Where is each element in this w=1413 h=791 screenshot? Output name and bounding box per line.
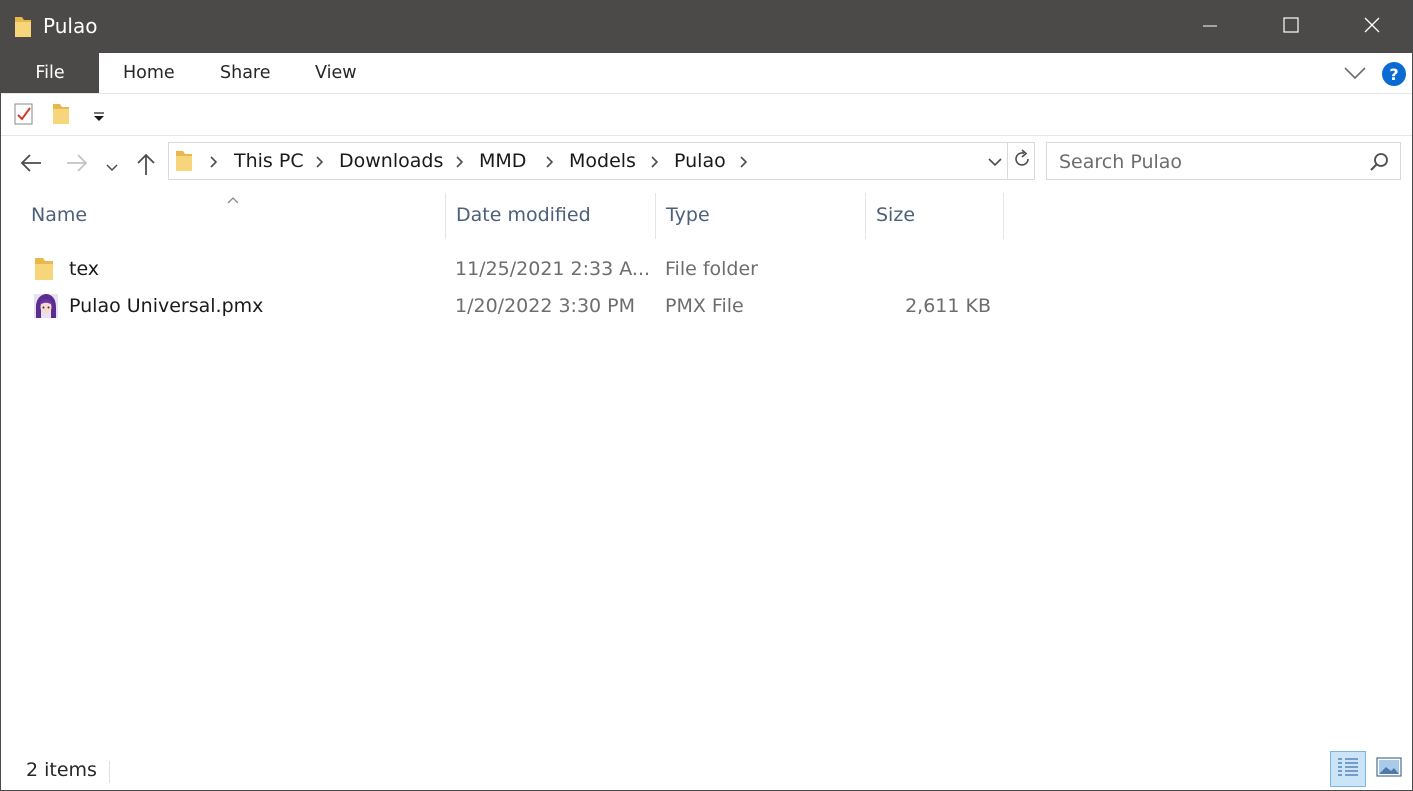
tab-share[interactable]: Share	[220, 53, 271, 93]
forward-arrow-icon[interactable]	[65, 152, 89, 178]
large-icons-view-button[interactable]	[1371, 751, 1407, 787]
address-dropdown-icon[interactable]	[987, 154, 1003, 173]
folder-icon	[33, 256, 55, 292]
address-bar[interactable]: This PC Downloads MMD Models Pulao	[168, 142, 1035, 180]
breadcrumb-separator-icon[interactable]	[455, 154, 465, 173]
new-folder-icon[interactable]	[51, 102, 71, 130]
file-row[interactable]: Pulao Universal.pmx 1/20/2022 3:30 PM PM…	[21, 288, 1011, 324]
back-arrow-icon[interactable]	[19, 152, 43, 178]
details-view-icon	[1336, 755, 1360, 783]
breadcrumb-models[interactable]: Models	[569, 143, 636, 179]
file-type: File folder	[665, 258, 758, 280]
breadcrumb-separator-icon[interactable]	[650, 154, 660, 173]
maximize-button[interactable]	[1251, 1, 1331, 53]
title-bar[interactable]: Pulao	[1, 1, 1412, 53]
explorer-window: Pulao File Home Share View ? This PC Dow…	[0, 0, 1413, 791]
navigation-bar: This PC Downloads MMD Models Pulao	[1, 136, 1412, 190]
up-arrow-icon[interactable]	[135, 151, 157, 181]
properties-icon[interactable]	[13, 102, 35, 130]
column-header-size[interactable]: Size	[865, 193, 1004, 239]
status-divider	[109, 761, 110, 783]
search-icon[interactable]	[1369, 152, 1389, 176]
close-icon	[1364, 17, 1380, 37]
quick-access-toolbar	[1, 94, 1412, 136]
column-headers: Name Date modified Type Size	[1, 193, 1412, 239]
chevron-down-icon[interactable]	[1344, 65, 1366, 84]
file-date-modified: 11/25/2021 2:33 A...	[455, 258, 651, 280]
file-name: Pulao Universal.pmx	[69, 295, 264, 317]
file-date-modified: 1/20/2022 3:30 PM	[455, 295, 636, 317]
details-view-button[interactable]	[1330, 751, 1366, 787]
column-header-date-modified[interactable]: Date modified	[445, 193, 654, 239]
breadcrumb-separator-icon[interactable]	[739, 154, 749, 173]
breadcrumb-this-pc[interactable]: This PC	[234, 143, 304, 179]
refresh-button[interactable]	[1007, 143, 1036, 179]
minimize-icon	[1203, 18, 1217, 37]
refresh-icon	[1013, 149, 1031, 173]
item-count: 2 items	[26, 759, 97, 781]
column-header-type[interactable]: Type	[655, 193, 864, 239]
column-header-name[interactable]: Name	[21, 193, 444, 239]
breadcrumb-separator-icon[interactable]	[545, 154, 555, 173]
folder-icon	[13, 15, 33, 43]
help-icon[interactable]: ?	[1382, 62, 1406, 86]
minimize-button[interactable]	[1170, 1, 1250, 53]
customize-toolbar-dropdown-icon[interactable]	[92, 108, 106, 127]
tab-file[interactable]: File	[1, 53, 99, 93]
close-button[interactable]	[1332, 1, 1412, 53]
recent-locations-chevron-icon[interactable]	[105, 158, 119, 177]
tab-home[interactable]: Home	[123, 53, 175, 93]
breadcrumb-separator-icon[interactable]	[209, 154, 219, 173]
search-box[interactable]	[1046, 142, 1401, 180]
file-name: tex	[69, 258, 100, 280]
folder-icon	[174, 149, 194, 177]
window-title: Pulao	[43, 14, 98, 38]
large-icons-view-icon	[1376, 756, 1402, 782]
file-size: 2,611 KB	[905, 295, 991, 317]
file-type: PMX File	[665, 295, 744, 317]
status-bar: 2 items	[1, 751, 1412, 790]
breadcrumb-pulao[interactable]: Pulao	[674, 143, 726, 179]
maximize-icon	[1283, 17, 1299, 37]
file-row[interactable]: tex 11/25/2021 2:33 A... File folder	[21, 251, 1011, 287]
search-input[interactable]	[1057, 147, 1361, 177]
tab-view[interactable]: View	[315, 53, 357, 93]
breadcrumb-separator-icon[interactable]	[315, 154, 325, 173]
file-size	[871, 251, 991, 287]
breadcrumb-mmd[interactable]: MMD	[479, 143, 526, 179]
ribbon: File Home Share View ?	[1, 53, 1412, 94]
breadcrumb-downloads[interactable]: Downloads	[339, 143, 443, 179]
pmx-file-icon	[33, 293, 59, 329]
